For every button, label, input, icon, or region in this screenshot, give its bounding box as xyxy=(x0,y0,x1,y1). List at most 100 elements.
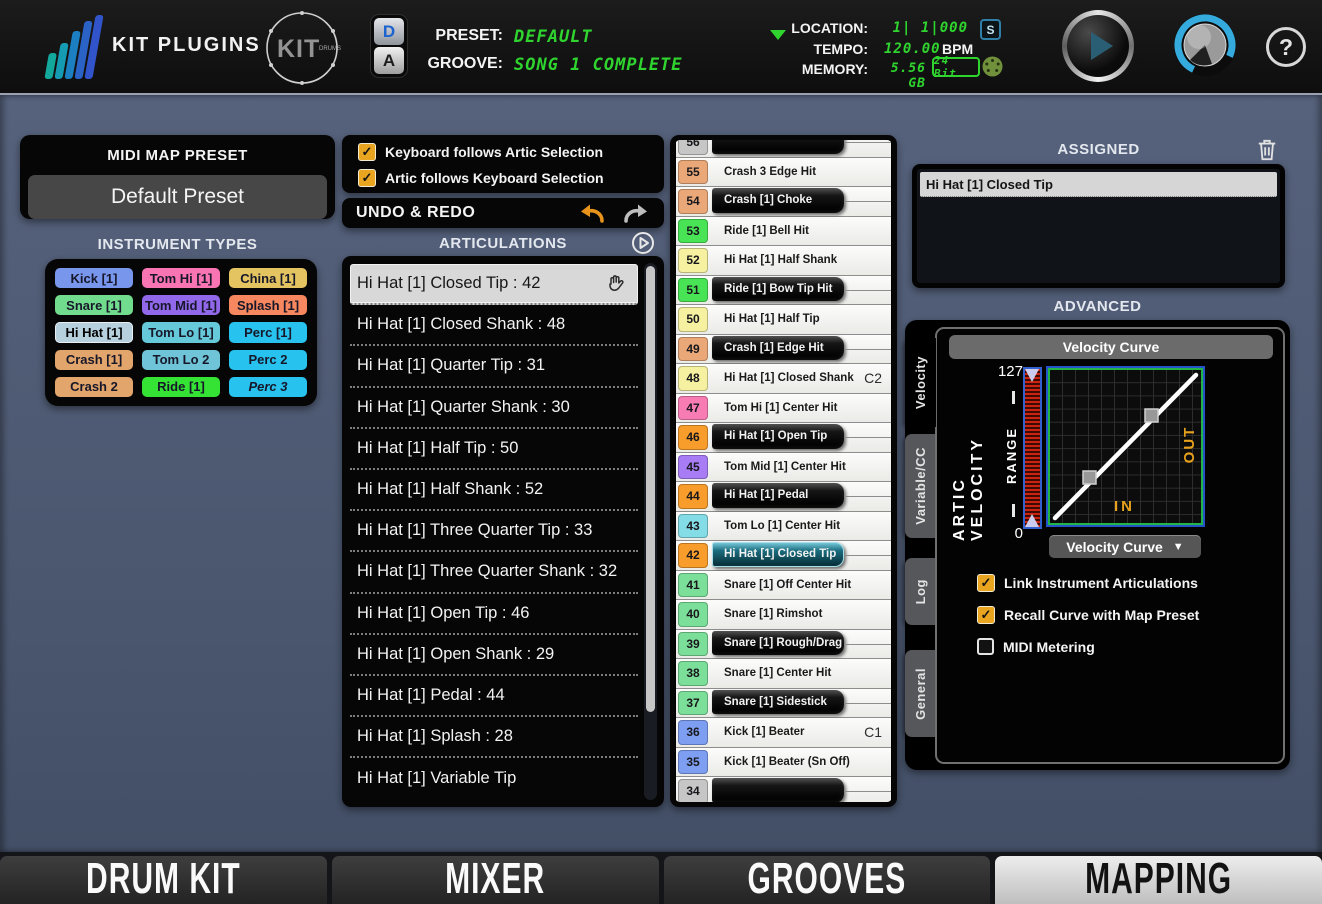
tab-log[interactable]: Log xyxy=(905,558,936,625)
tempo-value[interactable]: 120.00 xyxy=(884,41,934,57)
black-key[interactable]: Ride [1] Bow Tip Hit xyxy=(712,277,844,302)
instrument-type-tom-lo-1[interactable]: Tom Lo [1] xyxy=(142,322,220,342)
piano-key-36[interactable]: 36Kick [1] BeaterC1 xyxy=(676,718,891,748)
bit-depth-badge[interactable]: 24 Bit xyxy=(932,57,980,77)
piano-key-40[interactable]: 40Snare [1] Rimshot xyxy=(676,600,891,630)
articulation-item-hi-hat-1-splash-28[interactable]: Hi Hat [1] Splash : 28 xyxy=(350,717,638,758)
articulation-item-hi-hat-1-closed-shank-48[interactable]: Hi Hat [1] Closed Shank : 48 xyxy=(350,305,638,346)
advanced-option-checkbox[interactable] xyxy=(977,638,994,655)
analog-button[interactable]: A xyxy=(374,47,404,74)
articulation-item-hi-hat-1-open-tip-46[interactable]: Hi Hat [1] Open Tip : 46 xyxy=(350,594,638,635)
articulation-item-hi-hat-1-half-shank-52[interactable]: Hi Hat [1] Half Shank : 52 xyxy=(350,470,638,511)
sync-button[interactable]: S xyxy=(980,19,1001,40)
piano-key-49[interactable]: 49Crash [1] Edge Hit xyxy=(676,335,891,365)
midi-map-preset-button[interactable]: Default Preset xyxy=(28,175,327,219)
nav-tab-grooves[interactable]: GROOVES xyxy=(664,856,991,904)
piano-key-54[interactable]: 54Crash [1] Choke xyxy=(676,187,891,217)
instrument-type-perc-2[interactable]: Perc 2 xyxy=(229,350,307,370)
play-button[interactable] xyxy=(1067,15,1129,77)
piano-key-52[interactable]: 52Hi Hat [1] Half Shank xyxy=(676,246,891,276)
nav-tab-drum-kit[interactable]: DRUM KIT xyxy=(0,856,327,904)
undo-icon[interactable] xyxy=(578,201,606,225)
velocity-curve-graph[interactable]: IN OUT xyxy=(1046,366,1205,527)
tab-variable-cc[interactable]: Variable/CC xyxy=(905,434,936,538)
instrument-type-china-1[interactable]: China [1] xyxy=(229,268,307,288)
trash-icon[interactable] xyxy=(1256,138,1278,162)
preset-value[interactable]: DEFAULT xyxy=(514,27,593,47)
articulation-item-hi-hat-1-three-quarter-shank-32[interactable]: Hi Hat [1] Three Quarter Shank : 32 xyxy=(350,552,638,593)
da-converter-toggle[interactable]: D A xyxy=(370,14,408,78)
black-key[interactable]: Hi Hat [1] Open Tip xyxy=(712,424,844,449)
piano-key-41[interactable]: 41Snare [1] Off Center Hit xyxy=(676,571,891,601)
articulation-item-hi-hat-1-closed-tip-42[interactable]: Hi Hat [1] Closed Tip : 42 xyxy=(350,264,638,305)
piano-key-34[interactable]: 34 xyxy=(676,777,891,802)
nav-tab-mapping[interactable]: MAPPING xyxy=(995,856,1322,904)
tab-velocity[interactable]: Velocity xyxy=(905,338,936,427)
velocity-curve-dropdown[interactable]: Velocity Curve ▼ xyxy=(1049,535,1201,558)
piano-key-51[interactable]: 51Ride [1] Bow Tip Hit xyxy=(676,276,891,306)
black-key[interactable]: Crash [1] Edge Hit xyxy=(712,336,844,361)
piano-key-37[interactable]: 37Snare [1] Sidestick xyxy=(676,689,891,719)
articulations-scrollbar[interactable] xyxy=(644,263,657,800)
follow-option-checkbox[interactable]: ✓ xyxy=(358,169,376,187)
redo-icon[interactable] xyxy=(622,201,650,225)
piano-key-46[interactable]: 46Hi Hat [1] Open Tip xyxy=(676,423,891,453)
black-key[interactable]: Snare [1] Rough/Drag xyxy=(712,631,844,656)
piano-key-53[interactable]: 53Ride [1] Bell Hit xyxy=(676,217,891,247)
piano-key-43[interactable]: 43Tom Lo [1] Center Hit xyxy=(676,512,891,542)
black-key[interactable]: Snare [1] Sidestick xyxy=(712,690,844,715)
piano-key-47[interactable]: 47Tom Hi [1] Center Hit xyxy=(676,394,891,424)
black-key[interactable]: Hi Hat [1] Pedal xyxy=(712,483,844,508)
instrument-type-kick-1[interactable]: Kick [1] xyxy=(55,268,133,288)
digital-button[interactable]: D xyxy=(374,18,404,45)
curve-handle-high[interactable] xyxy=(1145,409,1158,422)
piano-key-48[interactable]: 48Hi Hat [1] Closed ShankC2 xyxy=(676,364,891,394)
black-key[interactable]: Crash [1] Choke xyxy=(712,188,844,213)
black-key-selected[interactable]: Hi Hat [1] Closed Tip xyxy=(712,542,844,567)
range-max-handle[interactable] xyxy=(1025,369,1039,382)
articulation-item-hi-hat-1-open-shank-29[interactable]: Hi Hat [1] Open Shank : 29 xyxy=(350,635,638,676)
curve-handle-low[interactable] xyxy=(1083,471,1096,484)
piano-key-39[interactable]: 39Snare [1] Rough/Drag xyxy=(676,630,891,660)
articulation-item-hi-hat-1-quarter-tip-31[interactable]: Hi Hat [1] Quarter Tip : 31 xyxy=(350,346,638,387)
instrument-type-tom-lo-2[interactable]: Tom Lo 2 xyxy=(142,350,220,370)
piano-key-35[interactable]: 35Kick [1] Beater (Sn Off) xyxy=(676,748,891,778)
piano-key-50[interactable]: 50Hi Hat [1] Half Tip xyxy=(676,305,891,335)
articulation-item-hi-hat-1-three-quarter-tip-33[interactable]: Hi Hat [1] Three Quarter Tip : 33 xyxy=(350,511,638,552)
tab-general[interactable]: General xyxy=(905,650,936,737)
piano-key-38[interactable]: 38Snare [1] Center Hit xyxy=(676,659,891,689)
black-key[interactable] xyxy=(712,778,844,802)
instrument-type-crash-2[interactable]: Crash 2 xyxy=(55,377,133,397)
instrument-type-ride-1[interactable]: Ride [1] xyxy=(142,377,220,397)
piano-key-42[interactable]: 42Hi Hat [1] Closed Tip xyxy=(676,541,891,571)
assigned-item[interactable]: Hi Hat [1] Closed Tip xyxy=(920,172,1277,197)
black-key[interactable] xyxy=(712,140,844,154)
piano-key-56[interactable]: 56 xyxy=(676,140,891,158)
follow-option-checkbox[interactable]: ✓ xyxy=(358,143,376,161)
velocity-range-slider[interactable] xyxy=(1023,367,1042,529)
instrument-type-crash-1[interactable]: Crash [1] xyxy=(55,350,133,370)
articulation-item-hi-hat-1-pedal-44[interactable]: Hi Hat [1] Pedal : 44 xyxy=(350,676,638,717)
articulation-audition-icon[interactable] xyxy=(631,231,655,255)
instrument-type-perc-1[interactable]: Perc [1] xyxy=(229,322,307,342)
groove-dropdown-arrow-icon[interactable] xyxy=(770,30,786,40)
groove-value[interactable]: SONG 1 COMPLETE xyxy=(514,55,683,75)
advanced-option-checkbox[interactable]: ✓ xyxy=(977,606,995,624)
instrument-type-perc-3[interactable]: Perc 3 xyxy=(229,377,307,397)
piano-key-45[interactable]: 45Tom Mid [1] Center Hit xyxy=(676,453,891,483)
volume-knob[interactable] xyxy=(1172,12,1238,78)
articulation-item-hi-hat-1-quarter-shank-30[interactable]: Hi Hat [1] Quarter Shank : 30 xyxy=(350,388,638,429)
help-button[interactable]: ? xyxy=(1266,27,1306,67)
articulations-scrollbar-thumb[interactable] xyxy=(646,266,655,712)
articulation-item-hi-hat-1-half-tip-50[interactable]: Hi Hat [1] Half Tip : 50 xyxy=(350,429,638,470)
advanced-option-checkbox[interactable]: ✓ xyxy=(977,574,995,592)
piano-key-44[interactable]: 44Hi Hat [1] Pedal xyxy=(676,482,891,512)
nav-tab-mixer[interactable]: MIXER xyxy=(332,856,659,904)
instrument-type-splash-1[interactable]: Splash [1] xyxy=(229,295,307,315)
instrument-type-tom-mid-1[interactable]: Tom Mid [1] xyxy=(142,295,220,315)
instrument-type-tom-hi-1[interactable]: Tom Hi [1] xyxy=(142,268,220,288)
range-min-handle[interactable] xyxy=(1025,514,1039,527)
instrument-type-hi-hat-1[interactable]: Hi Hat [1] xyxy=(55,322,133,342)
articulation-item-hi-hat-1-variable-tip[interactable]: Hi Hat [1] Variable Tip xyxy=(350,758,638,799)
instrument-type-snare-1[interactable]: Snare [1] xyxy=(55,295,133,315)
